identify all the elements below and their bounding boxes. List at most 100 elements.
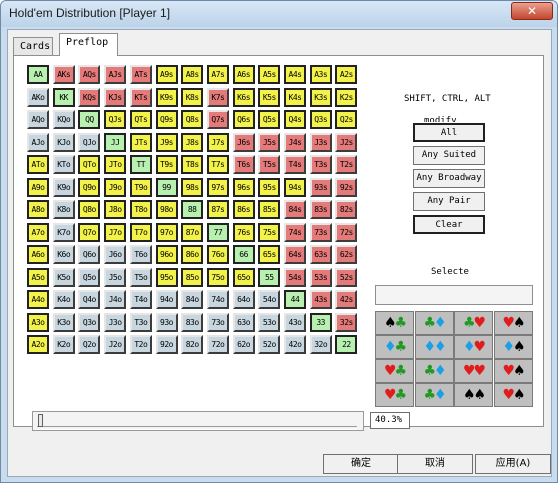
hand-cell-T3s[interactable]: T3s — [309, 155, 332, 174]
hand-cell-T4o[interactable]: T4o — [129, 290, 152, 309]
hand-cell-74o[interactable]: 74o — [206, 290, 229, 309]
hand-cell-J3s[interactable]: J3s — [309, 132, 332, 152]
any-suited-button[interactable]: Any Suited — [413, 146, 485, 165]
suit-combo-cell[interactable]: ♠♠ — [454, 383, 493, 407]
hand-cell-43s[interactable]: 43s — [309, 290, 332, 309]
hand-cell-J5s[interactable]: J5s — [258, 132, 281, 152]
hand-cell-K3o[interactable]: K3o — [52, 312, 75, 332]
hand-cell-K5o[interactable]: K5o — [52, 267, 75, 287]
hand-cell-KTs[interactable]: KTs — [129, 87, 152, 107]
hand-cell-ATo[interactable]: ATo — [27, 155, 49, 174]
cancel-button[interactable]: 取消 — [397, 454, 473, 474]
suit-combo-cell[interactable]: ♦♣ — [375, 335, 414, 359]
hand-cell-88[interactable]: 88 — [181, 200, 204, 219]
hand-cell-K9o[interactable]: K9o — [52, 177, 75, 197]
hand-cell-85s[interactable]: 85s — [258, 200, 281, 219]
hand-cell-J9s[interactable]: J9s — [155, 132, 178, 152]
hand-cell-53o[interactable]: 53o — [258, 312, 281, 332]
hand-cell-T8s[interactable]: T8s — [181, 155, 204, 174]
hand-cell-84s[interactable]: 84s — [284, 200, 306, 219]
hand-cell-Q6o[interactable]: Q6o — [78, 245, 101, 264]
hand-cell-Q7o[interactable]: Q7o — [78, 222, 101, 242]
hand-cell-QJs[interactable]: QJs — [104, 110, 127, 129]
hand-cell-T7s[interactable]: T7s — [206, 155, 229, 174]
hand-cell-T2o[interactable]: T2o — [129, 335, 152, 354]
hand-cell-T6s[interactable]: T6s — [232, 155, 255, 174]
hand-cell-K3s[interactable]: K3s — [309, 87, 332, 107]
hand-cell-A6o[interactable]: A6o — [27, 245, 49, 264]
hand-cell-92s[interactable]: 92s — [335, 177, 358, 197]
hand-cell-64s[interactable]: 64s — [284, 245, 306, 264]
hand-cell-86s[interactable]: 86s — [232, 200, 255, 219]
hand-cell-97s[interactable]: 97s — [206, 177, 229, 197]
hand-cell-93o[interactable]: 93o — [155, 312, 178, 332]
hand-cell-63o[interactable]: 63o — [232, 312, 255, 332]
hand-cell-K2o[interactable]: K2o — [52, 335, 75, 354]
hand-cell-K4o[interactable]: K4o — [52, 290, 75, 309]
hand-cell-T7o[interactable]: T7o — [129, 222, 152, 242]
hand-cell-44[interactable]: 44 — [284, 290, 306, 309]
hand-cell-93s[interactable]: 93s — [309, 177, 332, 197]
hand-cell-JTs[interactable]: JTs — [129, 132, 152, 152]
hand-cell-98s[interactable]: 98s — [181, 177, 204, 197]
hand-cell-AKs[interactable]: AKs — [52, 65, 75, 84]
hand-cell-94o[interactable]: 94o — [155, 290, 178, 309]
hand-cell-K4s[interactable]: K4s — [284, 87, 306, 107]
hand-cell-74s[interactable]: 74s — [284, 222, 306, 242]
hand-cell-64o[interactable]: 64o — [232, 290, 255, 309]
hand-cell-JTo[interactable]: JTo — [104, 155, 127, 174]
suit-combo-cell[interactable]: ♥♣ — [375, 359, 414, 383]
hand-cell-53s[interactable]: 53s — [309, 267, 332, 287]
hand-cell-62s[interactable]: 62s — [335, 245, 358, 264]
hand-cell-A9o[interactable]: A9o — [27, 177, 49, 197]
hand-cell-K7o[interactable]: K7o — [52, 222, 75, 242]
hand-cell-KQs[interactable]: KQs — [78, 87, 101, 107]
hand-cell-T3o[interactable]: T3o — [129, 312, 152, 332]
hand-cell-42s[interactable]: 42s — [335, 290, 358, 309]
hand-cell-65o[interactable]: 65o — [232, 267, 255, 287]
hand-cell-77[interactable]: 77 — [206, 222, 229, 242]
hand-cell-72s[interactable]: 72s — [335, 222, 358, 242]
hand-cell-55[interactable]: 55 — [258, 267, 281, 287]
hand-cell-J7o[interactable]: J7o — [104, 222, 127, 242]
hand-cell-73s[interactable]: 73s — [309, 222, 332, 242]
hand-cell-AQo[interactable]: AQo — [27, 110, 49, 129]
hand-cell-96s[interactable]: 96s — [232, 177, 255, 197]
suit-combo-cell[interactable]: ♦♥ — [454, 335, 493, 359]
hand-cell-66[interactable]: 66 — [232, 245, 255, 264]
hand-cell-K5s[interactable]: K5s — [258, 87, 281, 107]
hand-cell-Q3o[interactable]: Q3o — [78, 312, 101, 332]
hand-cell-QTo[interactable]: QTo — [78, 155, 101, 174]
hand-cell-KTo[interactable]: KTo — [52, 155, 75, 174]
hand-cell-96o[interactable]: 96o — [155, 245, 178, 264]
hand-cell-J7s[interactable]: J7s — [206, 132, 229, 152]
hand-cell-73o[interactable]: 73o — [206, 312, 229, 332]
apply-button[interactable]: 应用(A) — [475, 454, 551, 474]
hand-cell-Q3s[interactable]: Q3s — [309, 110, 332, 129]
hand-cell-32o[interactable]: 32o — [309, 335, 332, 354]
hand-cell-JJ[interactable]: JJ — [104, 132, 127, 152]
hand-cell-Q7s[interactable]: Q7s — [206, 110, 229, 129]
hand-cell-AQs[interactable]: AQs — [78, 65, 101, 84]
hand-cell-QJo[interactable]: QJo — [78, 132, 101, 152]
hand-cell-52o[interactable]: 52o — [258, 335, 281, 354]
hand-cell-AA[interactable]: AA — [27, 65, 49, 84]
hand-cell-K8o[interactable]: K8o — [52, 200, 75, 219]
hand-cell-Q5s[interactable]: Q5s — [258, 110, 281, 129]
hand-cell-75o[interactable]: 75o — [206, 267, 229, 287]
suit-combo-cell[interactable]: ♣♦ — [414, 311, 454, 335]
suit-combo-cell[interactable]: ♣♦ — [414, 359, 454, 383]
hand-cell-ATs[interactable]: ATs — [129, 65, 152, 84]
suit-combo-cell[interactable]: ♠♣ — [375, 311, 414, 335]
hand-cell-J3o[interactable]: J3o — [104, 312, 127, 332]
hand-cell-QTs[interactable]: QTs — [129, 110, 152, 129]
hand-cell-AJs[interactable]: AJs — [104, 65, 127, 84]
tab-cards[interactable]: Cards — [13, 37, 53, 55]
hand-cell-Q9s[interactable]: Q9s — [155, 110, 178, 129]
hand-cell-76s[interactable]: 76s — [232, 222, 255, 242]
hand-cell-54s[interactable]: 54s — [284, 267, 306, 287]
hand-cell-A3s[interactable]: A3s — [309, 65, 332, 84]
hand-cell-J5o[interactable]: J5o — [104, 267, 127, 287]
hand-cell-87s[interactable]: 87s — [206, 200, 229, 219]
hand-cell-KJo[interactable]: KJo — [52, 132, 75, 152]
